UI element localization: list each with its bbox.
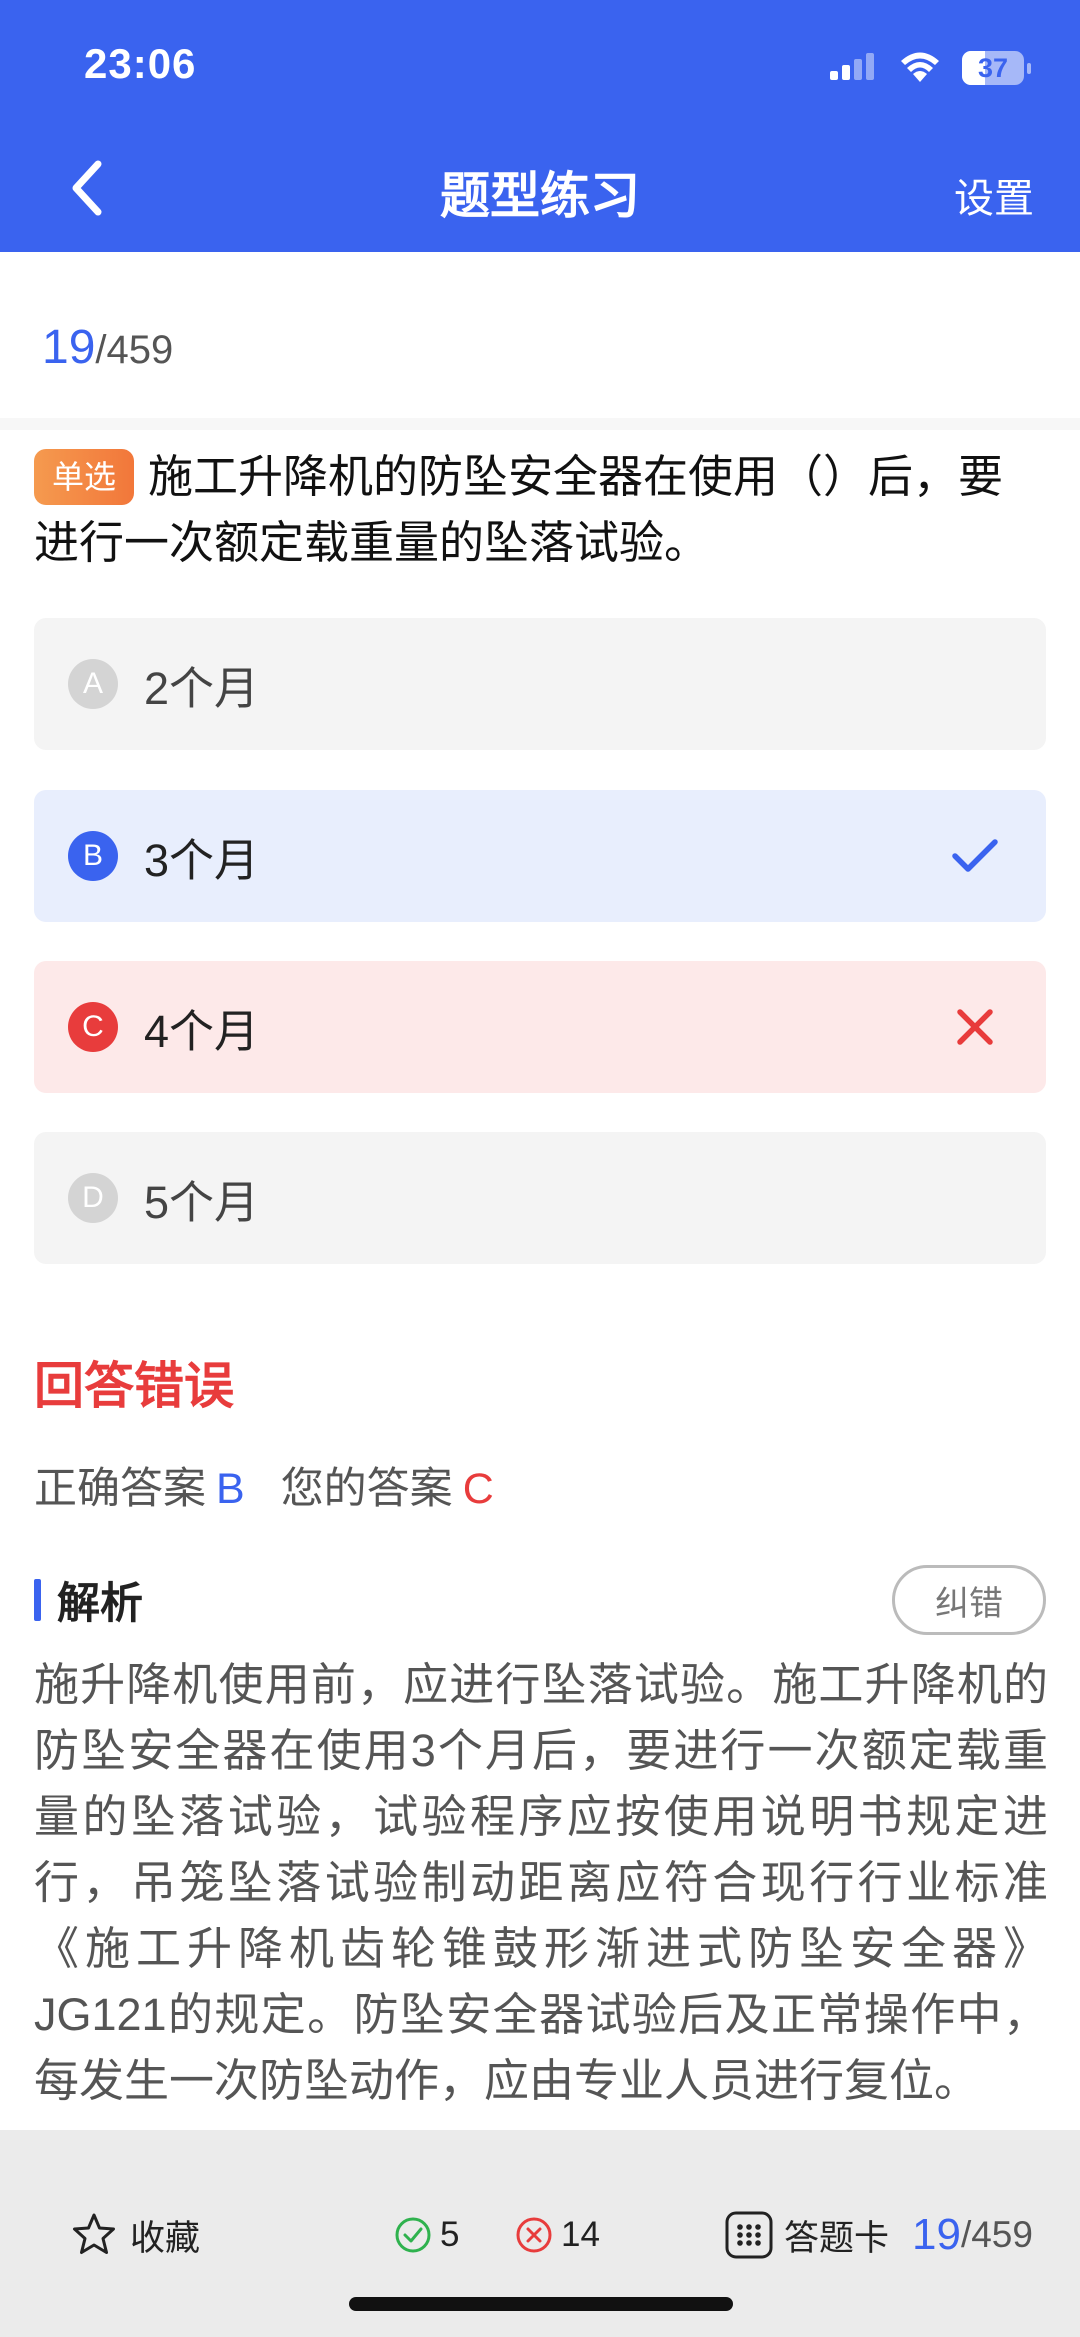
option-letter: C xyxy=(68,1002,118,1052)
report-error-button[interactable]: 纠错 xyxy=(892,1565,1046,1635)
correct-answer-label: 正确答案 xyxy=(34,1465,206,1513)
option-d[interactable]: D 5个月 xyxy=(34,1132,1046,1264)
result-title: 回答错误 xyxy=(34,1358,234,1414)
favorite-button[interactable]: 收藏 xyxy=(70,2200,200,2270)
option-letter: A xyxy=(68,659,118,709)
option-letter: B xyxy=(68,831,118,881)
option-text: 2个月 xyxy=(144,662,260,714)
battery-level: 37 xyxy=(977,52,1009,83)
progress-current: 19 xyxy=(42,321,96,374)
analysis-header: 解析 xyxy=(34,1570,143,1630)
chevron-left-icon xyxy=(72,160,102,216)
answer-card-label: 答题卡 xyxy=(784,2218,890,2258)
battery-icon: 37 xyxy=(962,51,1031,85)
option-text: 5个月 xyxy=(144,1176,260,1228)
bottom-progress: 19/459 xyxy=(912,2200,1033,2270)
favorite-label: 收藏 xyxy=(130,2218,201,2258)
wrong-count: 14 xyxy=(515,2200,600,2270)
option-text: 4个月 xyxy=(144,1005,260,1057)
option-text: 3个月 xyxy=(144,834,260,886)
wifi-icon xyxy=(898,49,942,88)
progress-total: /459 xyxy=(95,328,174,372)
correct-count: 5 xyxy=(394,2200,459,2270)
home-indicator[interactable] xyxy=(349,2297,733,2311)
option-a[interactable]: A 2个月 xyxy=(34,618,1046,750)
question-text: 施工升降机的防坠安全器在使用（）后，要进行一次额定载重量的坠落试验。 xyxy=(34,451,1004,568)
option-b[interactable]: B 3个月 xyxy=(34,790,1046,922)
check-circle-icon xyxy=(394,2216,432,2254)
divider xyxy=(0,418,1080,430)
star-icon xyxy=(70,2211,118,2259)
close-icon xyxy=(950,1002,1000,1052)
correct-count-value: 5 xyxy=(440,2215,460,2254)
back-button[interactable] xyxy=(56,158,116,218)
status-icons: 37 xyxy=(830,48,1031,88)
settings-button[interactable]: 设置 xyxy=(954,166,1034,224)
answer-summary: 正确答案 B 您的答案 C xyxy=(34,1454,494,1516)
top-bar xyxy=(0,0,1080,252)
grid-icon xyxy=(724,2210,774,2260)
analysis-text: 施升降机使用前，应进行坠落试验。施工升降机的防坠安全器在使用3个月后，要进行一次… xyxy=(34,1659,1048,2106)
question-type-badge: 单选 xyxy=(34,449,135,505)
analysis-title: 解析 xyxy=(57,1580,143,1628)
bottom-progress-total: /459 xyxy=(960,2214,1033,2255)
section-accent-bar xyxy=(34,1579,41,1621)
question-progress: 19/459 xyxy=(42,320,173,375)
your-answer-value: C xyxy=(462,1465,494,1513)
status-time: 23:06 xyxy=(84,40,197,87)
check-icon xyxy=(950,831,1000,881)
your-answer-label: 您的答案 xyxy=(280,1465,453,1513)
cellular-signal-icon xyxy=(830,51,878,86)
question-text-block: 单选 施工升降机的防坠安全器在使用（）后，要进行一次额定载重量的坠落试验。 xyxy=(34,444,1044,576)
wrong-count-value: 14 xyxy=(561,2215,600,2254)
option-letter: D xyxy=(68,1173,118,1223)
x-circle-icon xyxy=(515,2216,553,2254)
option-c[interactable]: C 4个月 xyxy=(34,961,1046,1093)
bottom-progress-current: 19 xyxy=(912,2210,961,2259)
correct-answer-value: B xyxy=(216,1465,245,1513)
answer-card-button[interactable]: 答题卡 xyxy=(724,2200,889,2270)
